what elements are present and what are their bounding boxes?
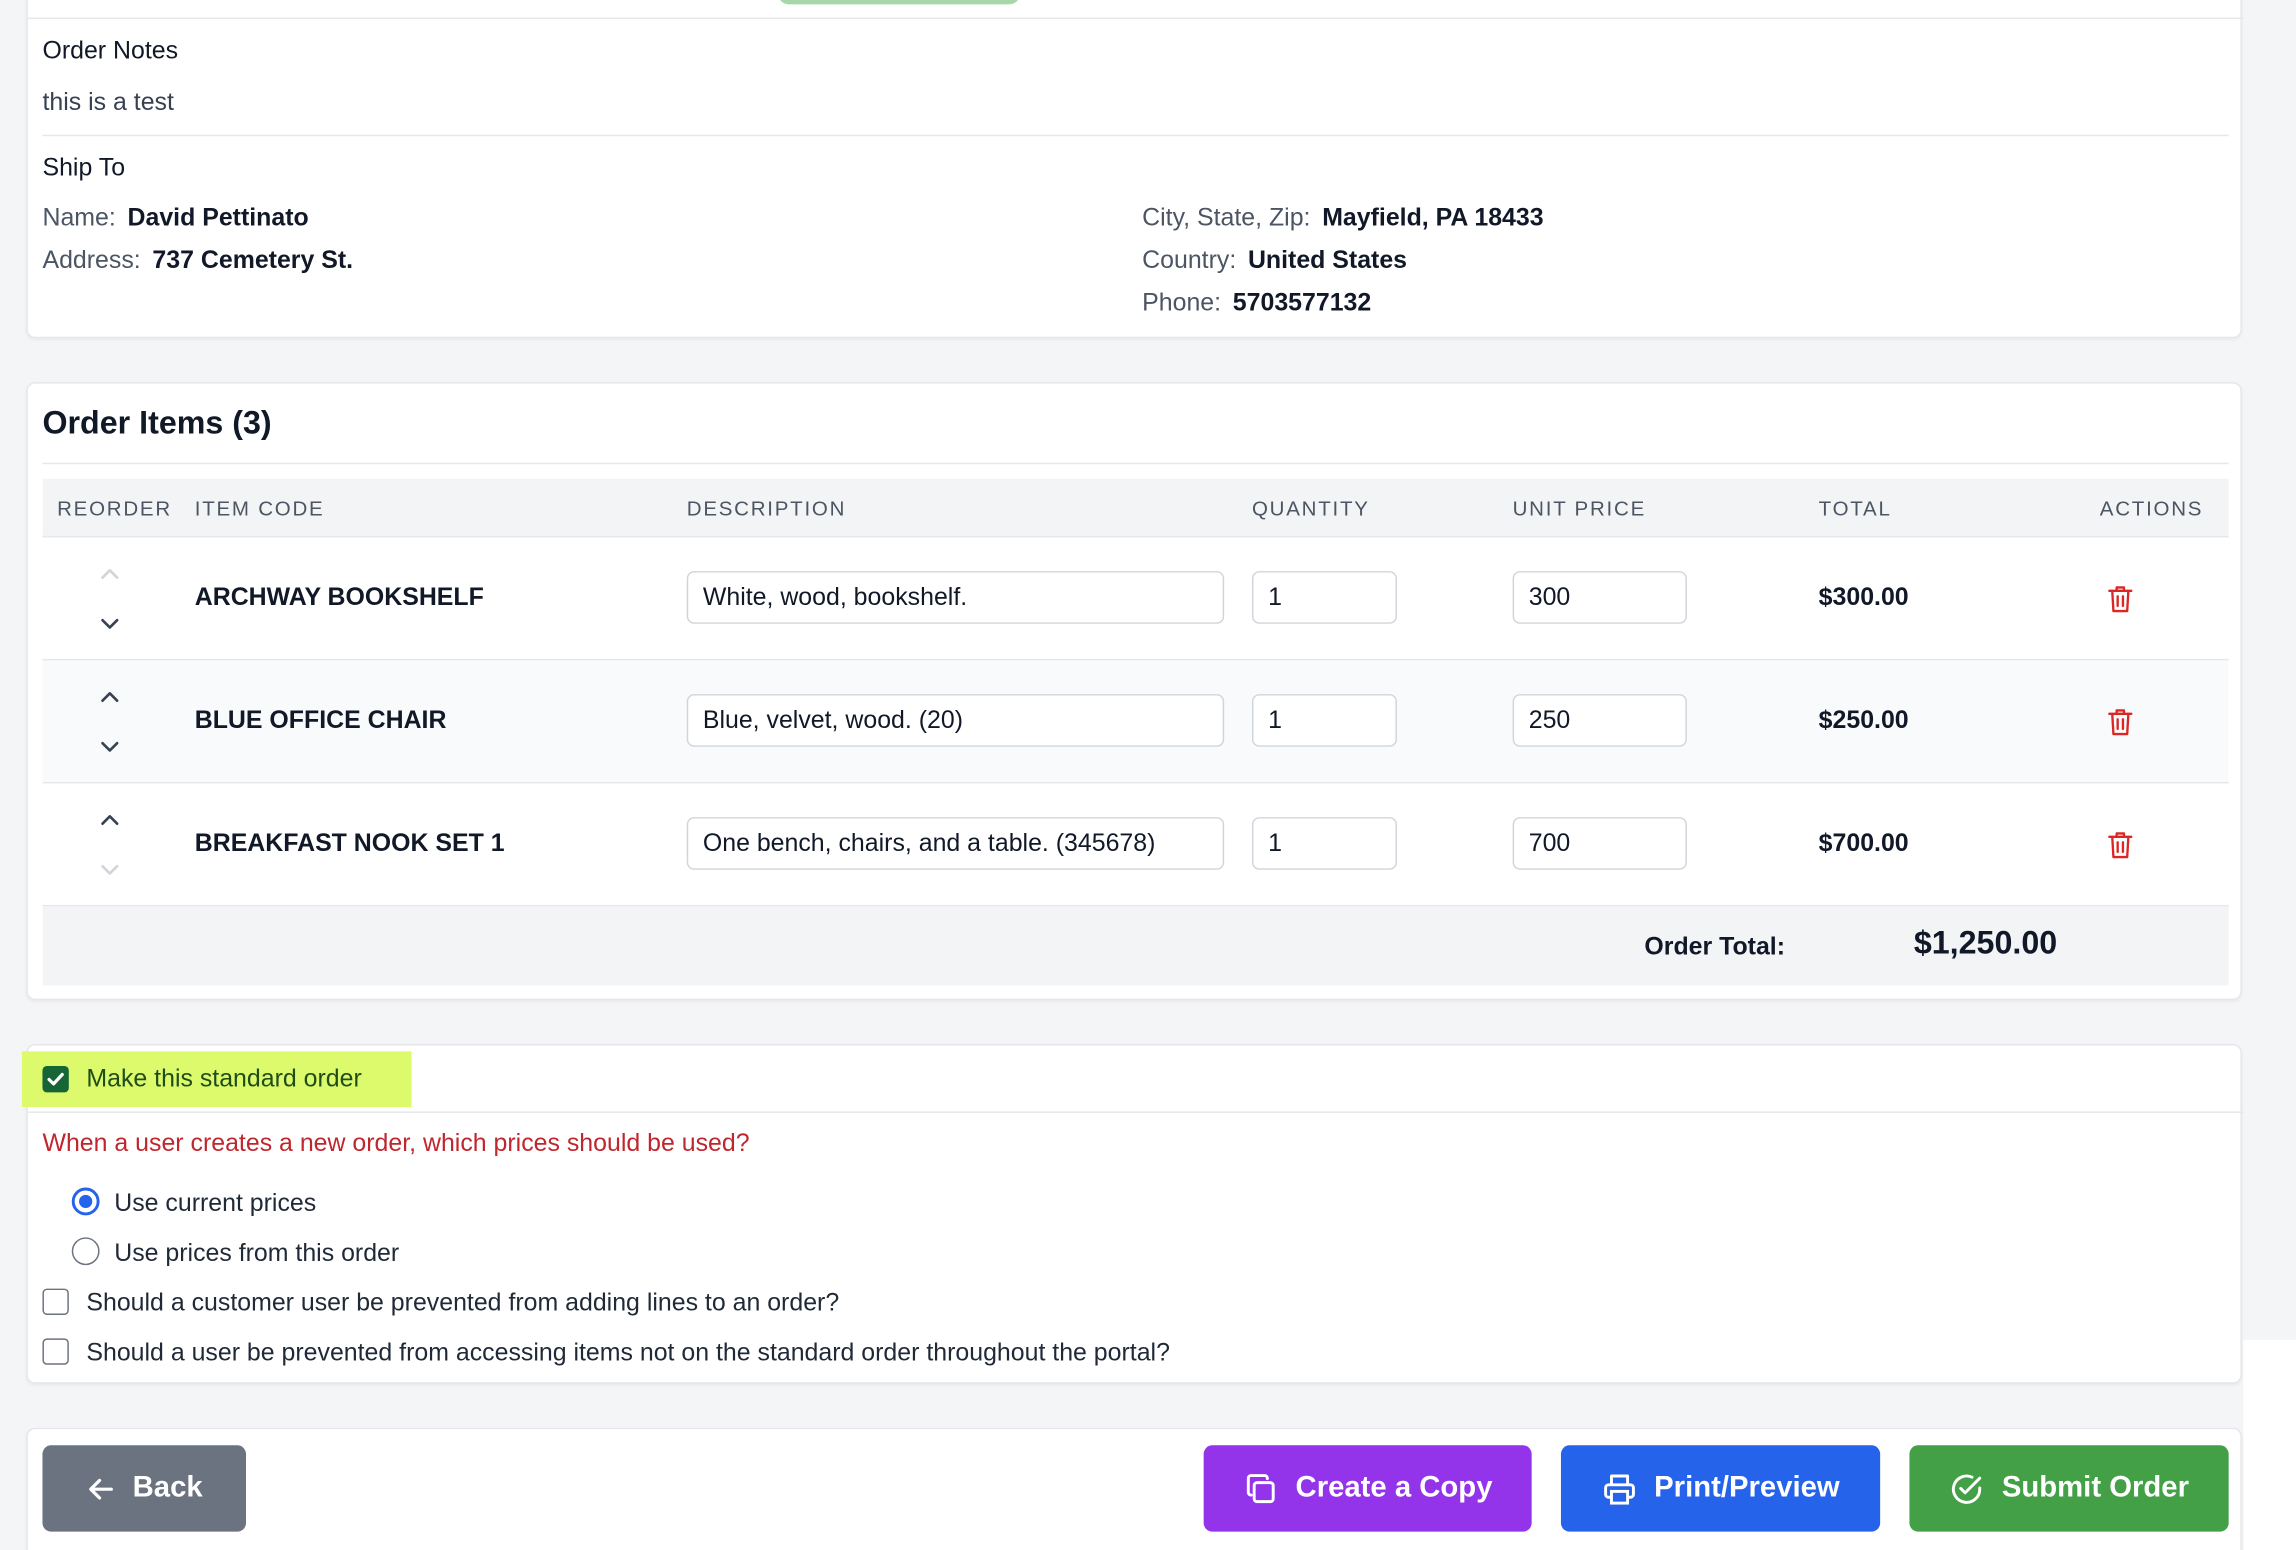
ship-to-country-value: United States [1247,246,1408,274]
table-header: REORDER ITEM CODE DESCRIPTION QUANTITY U… [42,478,2229,538]
column-header-item-code: ITEM CODE [194,496,325,520]
order-total-label: Order Total: [1644,932,1786,961]
description-input[interactable] [686,817,1225,870]
row-total: $700.00 [1818,828,1909,857]
prevent-add-lines-label[interactable]: Should a customer user be prevented from… [86,1289,839,1318]
back-button[interactable]: Back [42,1445,247,1532]
order-notes-title: Order Notes [42,36,179,65]
standard-order-card: Make this standard order When a user cre… [21,1044,2244,1384]
ship-to-name-value: David Pettinato [127,203,309,232]
make-standard-label[interactable]: Make this standard order [86,1065,361,1094]
order-page: Order Notes this is a test Ship To Name:… [0,0,2296,1550]
ship-to-phone-value: 5703577132 [1232,288,1372,317]
copy-icon [1246,1473,1275,1503]
move-down-icon[interactable] [98,735,121,758]
divider [42,462,2229,465]
ship-to-title: Ship To [42,153,126,182]
quantity-input[interactable] [1251,571,1397,624]
ship-to-address: Address: 737 Cemetery St. [42,246,353,275]
quantity-input[interactable] [1251,694,1397,747]
arrow-left-icon [88,1478,113,1499]
ship-to-city-value: Mayfield, PA 18433 [1322,203,1544,232]
row-total: $300.00 [1818,582,1909,611]
move-up-icon[interactable] [98,562,121,585]
trash-icon[interactable] [2107,584,2133,613]
check-circle-icon [1952,1473,1982,1504]
divider [42,134,2229,137]
row-total: $250.00 [1818,705,1909,734]
prevent-access-checkbox[interactable] [42,1338,69,1365]
move-up-icon[interactable] [98,808,121,831]
printer-icon [1603,1473,1635,1504]
order-total-value: $1,250.00 [1913,923,2058,961]
description-input[interactable] [686,571,1225,624]
table-row: BREAKFAST NOOK SET 1 $700.00 [42,783,2229,907]
move-down-icon[interactable] [98,858,121,881]
trash-icon[interactable] [2107,830,2133,859]
divider [27,17,2244,20]
ship-to-name: Name: David Pettinato [42,204,308,233]
unit-price-input[interactable] [1512,817,1687,870]
ship-to-name-label: Name: [42,203,116,232]
column-header-description: DESCRIPTION [686,496,847,520]
prevent-add-lines-checkbox[interactable] [42,1288,69,1315]
order-prices-label[interactable]: Use prices from this order [114,1239,399,1268]
unit-price-input[interactable] [1512,571,1687,624]
create-copy-button[interactable]: Create a Copy [1203,1445,1532,1532]
table-row: BLUE OFFICE CHAIR $250.00 [42,660,2229,784]
trash-icon[interactable] [2107,707,2133,736]
move-down-icon[interactable] [98,612,121,635]
order-total-row: Order Total: $1,250.00 [42,906,2229,986]
current-prices-radio[interactable] [71,1187,100,1216]
print-preview-button[interactable]: Print/Preview [1560,1445,1881,1532]
divider [27,1111,2244,1113]
item-code: ARCHWAY BOOKSHELF [194,582,484,611]
print-preview-label: Print/Preview [1654,1471,1840,1504]
back-button-label: Back [132,1471,203,1504]
order-details-card: Order Notes this is a test Ship To Name:… [26,0,2244,339]
prevent-access-label[interactable]: Should a user be prevented from accessin… [86,1338,1170,1367]
action-bar: Back Create a Copy Print/Preview Submit … [26,1427,2242,1550]
quantity-input[interactable] [1251,817,1397,870]
ship-to-phone: Phone: 5703577132 [1142,288,1371,317]
current-prices-label[interactable]: Use current prices [114,1189,316,1218]
column-header-total: TOTAL [1818,496,1892,520]
column-header-quantity: QUANTITY [1251,496,1370,520]
column-header-actions: ACTIONS [2099,496,2204,520]
item-code: BREAKFAST NOOK SET 1 [194,828,505,857]
table-row: ARCHWAY BOOKSHELF $300.00 [42,537,2229,661]
submit-order-button[interactable]: Submit Order [1909,1445,2229,1532]
ship-to-address-label: Address: [42,246,141,274]
ship-to-phone-label: Phone: [1142,288,1222,317]
ship-to-country: Country: United States [1142,246,1407,275]
move-up-icon[interactable] [98,685,121,708]
order-prices-radio[interactable] [71,1237,100,1266]
item-code: BLUE OFFICE CHAIR [194,705,447,734]
submit-order-label: Submit Order [2001,1471,2189,1504]
ship-to-city-label: City, State, Zip: [1142,203,1311,232]
unit-price-input[interactable] [1512,694,1687,747]
column-header-unit-price: UNIT PRICE [1512,496,1647,520]
ship-to-address-value: 737 Cemetery St. [152,246,354,274]
order-notes-text: this is a test [42,87,174,116]
column-header-reorder: REORDER [57,496,172,520]
description-input[interactable] [686,694,1225,747]
status-badge [777,0,1021,5]
page-margin-bottom [2243,1339,2296,1550]
order-items-card: Order Items (3) REORDER ITEM CODE DESCRI… [26,382,2242,1001]
price-question: When a user creates a new order, which p… [42,1128,750,1157]
create-copy-label: Create a Copy [1295,1471,1493,1504]
ship-to-country-label: Country: [1142,246,1237,274]
order-items-title: Order Items (3) [42,404,272,441]
ship-to-city: City, State, Zip: Mayfield, PA 18433 [1142,204,1543,233]
make-standard-checkbox[interactable] [42,1066,69,1093]
page-margin [2243,0,2296,1340]
